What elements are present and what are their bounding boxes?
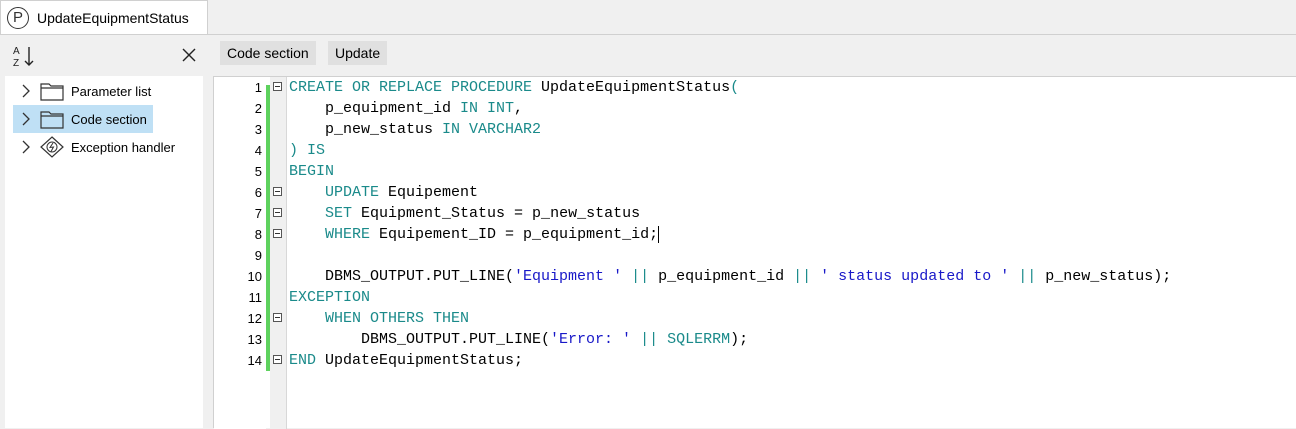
- code-line: 5 BEGIN: [214, 161, 1296, 182]
- code-line: 11 EXCEPTION: [214, 287, 1296, 308]
- folder-icon: [40, 83, 64, 101]
- fold-toggle-icon[interactable]: [273, 208, 282, 217]
- code-line: 12 WHEN OTHERS THEN: [214, 308, 1296, 329]
- text-cursor: [658, 225, 660, 243]
- code-text: WHEN OTHERS THEN: [325, 310, 470, 327]
- code-line: 13 DBMS_OUTPUT.PUT_LINE('Error: ' || SQL…: [214, 329, 1296, 350]
- code-editor[interactable]: 1 CREATE OR REPLACE PROCEDURE UpdateEqui…: [213, 76, 1296, 429]
- line-number: 3: [254, 122, 262, 137]
- chevron-right-icon[interactable]: [17, 110, 35, 128]
- code-line: 2 p_equipment_id IN INT,: [214, 98, 1296, 119]
- line-number: 4: [254, 143, 262, 158]
- svg-text:Z: Z: [13, 58, 19, 68]
- line-number: 14: [247, 353, 262, 368]
- exception-bolt-icon: [40, 136, 64, 158]
- fold-toggle-icon[interactable]: [273, 82, 282, 91]
- code-text: p_equipment_id IN INT,: [289, 100, 524, 117]
- tree-item-parameter-list[interactable]: Parameter list: [13, 78, 153, 104]
- code-text: WHERE Equipement_ID = p_equipment_id;: [325, 225, 660, 243]
- tree-item-label: Code section: [71, 111, 147, 127]
- code-section-button[interactable]: Code section: [220, 41, 316, 65]
- tab-divider: [0, 34, 1296, 35]
- code-text: DBMS_OUTPUT.PUT_LINE('Error: ' || SQLERR…: [289, 331, 749, 348]
- tree-item-exception-handler[interactable]: Exception handler: [13, 134, 177, 160]
- code-text: UPDATE Equipement: [325, 184, 479, 201]
- tree-item-label: Exception handler: [71, 139, 176, 155]
- line-number: 12: [247, 311, 262, 326]
- code-text: p_new_status IN VARCHAR2: [289, 121, 542, 138]
- update-button[interactable]: Update: [328, 41, 388, 65]
- tab-update-equipment-status[interactable]: P UpdateEquipmentStatus: [0, 0, 208, 34]
- code-text: ) IS: [289, 142, 326, 159]
- line-number: 6: [254, 185, 262, 200]
- line-number: 9: [254, 248, 262, 263]
- tree-item-label: Parameter list: [71, 83, 152, 99]
- line-number: 13: [247, 332, 262, 347]
- code-line: 1 CREATE OR REPLACE PROCEDURE UpdateEqui…: [214, 77, 1296, 98]
- code-line: 3 p_new_status IN VARCHAR2: [214, 119, 1296, 140]
- code-line: 10 DBMS_OUTPUT.PUT_LINE('Equipment ' || …: [214, 266, 1296, 287]
- code-line: 4 ) IS: [214, 140, 1296, 161]
- code-text: END UpdateEquipmentStatus;: [289, 352, 524, 369]
- line-number: 8: [254, 227, 262, 242]
- line-number: 1: [254, 80, 262, 95]
- outline-tree: Parameter list Code section Exception ha…: [5, 76, 203, 428]
- fold-toggle-icon[interactable]: [273, 355, 282, 364]
- code-text: EXCEPTION: [289, 289, 371, 306]
- tab-bar: P UpdateEquipmentStatus: [0, 0, 1296, 36]
- line-number: 11: [248, 290, 263, 305]
- fold-toggle-icon[interactable]: [273, 187, 282, 196]
- code-text: DBMS_OUTPUT.PUT_LINE('Equipment ' || p_e…: [289, 268, 1172, 285]
- code-line: 7 SET Equipment_Status = p_new_status: [214, 203, 1296, 224]
- code-line: 14 END UpdateEquipmentStatus;: [214, 350, 1296, 371]
- code-line: 9: [214, 245, 1296, 266]
- code-text: BEGIN: [289, 163, 335, 180]
- chevron-right-icon[interactable]: [17, 82, 35, 100]
- code-text: SET Equipment_Status = p_new_status: [325, 205, 641, 222]
- line-number: 5: [254, 164, 262, 179]
- tree-item-code-section[interactable]: Code section: [13, 105, 153, 133]
- procedure-p-icon: P: [7, 6, 29, 29]
- code-line: 6 UPDATE Equipement: [214, 182, 1296, 203]
- fold-toggle-icon[interactable]: [273, 313, 282, 322]
- tab-label: UpdateEquipmentStatus: [37, 9, 189, 26]
- code-text: CREATE OR REPLACE PROCEDURE UpdateEquipm…: [289, 79, 740, 96]
- folder-icon: [40, 111, 64, 129]
- sort-az-icon[interactable]: A Z: [12, 44, 36, 68]
- fold-toggle-icon[interactable]: [273, 229, 282, 238]
- line-number: 7: [254, 206, 262, 221]
- code-line: 8 WHERE Equipement_ID = p_equipment_id;: [214, 224, 1296, 245]
- close-icon[interactable]: [180, 46, 198, 64]
- line-number: 2: [254, 101, 262, 116]
- chevron-right-icon[interactable]: [17, 138, 35, 156]
- svg-text:A: A: [13, 46, 20, 57]
- line-number: 10: [247, 269, 262, 284]
